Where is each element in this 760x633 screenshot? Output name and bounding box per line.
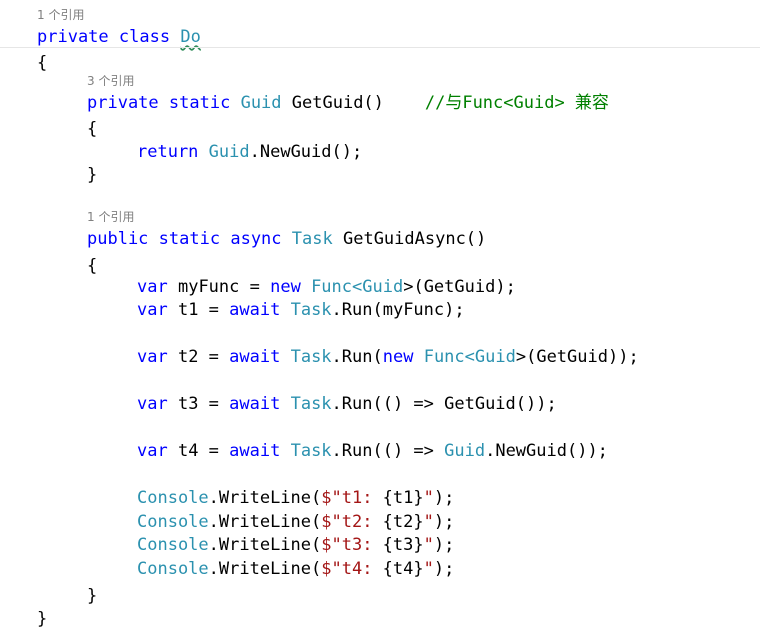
interpolation: {t4} [382,559,424,579]
text: t3 = [177,394,230,414]
text: t1 = [177,300,230,320]
getguidasync-declaration-line: public static async Task GetGuidAsync() [87,228,486,250]
keyword-await: await [229,300,281,320]
string-literal: $"t3: [321,535,383,555]
code-comment: //与Func<Guid> 兼容 [424,93,609,113]
keyword-return: return [137,142,199,162]
keyword-static: static [168,93,231,113]
code-line-t2: var t2 = await Task.Run(new Func<Guid>(G… [137,346,639,368]
class-name[interactable]: Do [180,27,200,47]
codelens-getguidasync-references[interactable]: 1 个引用 [87,210,134,224]
keyword-var: var [137,277,168,297]
text: >(GetGuid); [403,277,516,297]
getguidasync-brace-open: { [87,256,98,276]
text: myFunc = [177,277,271,297]
text: ); [433,559,455,579]
text: t2 = [177,347,230,367]
code-line-console-2: Console.WriteLine($"t2: {t2}"); [137,511,454,533]
text: .Run(() => [331,441,445,461]
keyword-public: public [87,229,149,249]
method-writeline: .WriteLine( [208,488,322,508]
text: >(GetGuid)); [515,347,639,367]
text: ); [433,512,455,532]
interpolation: {t3} [382,535,424,555]
keyword-var: var [137,300,168,320]
getguid-brace-close: } [87,165,98,185]
code-line-myfunc: var myFunc = new Func<Guid>(GetGuid); [137,276,516,298]
string-literal: $"t4: [321,559,383,579]
getguid-brace-open: { [87,119,98,139]
method-writeline: .WriteLine( [208,559,322,579]
type-console: Console [137,512,209,532]
keyword-var: var [137,394,168,414]
class-brace-close: } [37,609,48,629]
keyword-new: new [382,347,414,367]
class-declaration-line: private class Do [37,26,201,48]
getguid-declaration-line: private static Guid GetGuid() //与Func<Gu… [87,92,609,114]
type-console: Console [137,559,209,579]
keyword-static: static [158,229,221,249]
text: .Run(myFunc); [331,300,465,320]
keyword-await: await [229,441,281,461]
type-guid: Guid [362,277,404,297]
text: ); [433,488,455,508]
code-line-console-4: Console.WriteLine($"t4: {t4}"); [137,558,454,580]
code-line-t4: var t4 = await Task.Run(() => Guid.NewGu… [137,440,608,462]
type-task: Task [290,300,332,320]
method-getguidasync: GetGuidAsync() [342,229,487,249]
keyword-private: private [37,27,109,47]
codelens-class-references[interactable]: 1 个引用 [37,8,84,22]
class-brace-open: { [37,53,48,73]
type-task: Task [290,347,332,367]
type-guid: Guid [240,93,282,113]
code-line-t1: var t1 = await Task.Run(myFunc); [137,299,465,321]
code-editor[interactable]: 1 个引用 private class Do { 3 个引用 private s… [0,0,760,633]
newguid-call: .NewGuid(); [249,142,363,162]
string-quote: " [423,512,434,532]
type-console: Console [137,488,209,508]
codelens-getguid-references[interactable]: 3 个引用 [87,74,134,88]
keyword-await: await [229,347,281,367]
code-line-console-1: Console.WriteLine($"t1: {t1}"); [137,487,454,509]
type-console: Console [137,535,209,555]
type-task: Task [290,394,332,414]
text: ); [433,535,455,555]
line-separator [0,47,760,48]
string-quote: " [423,559,434,579]
keyword-await: await [229,394,281,414]
keyword-var: var [137,441,168,461]
interpolation: {t1} [382,488,424,508]
text: .Run(() => GetGuid()); [331,394,557,414]
type-task: Task [290,441,332,461]
type-guid: Guid [444,441,486,461]
type-task: Task [291,229,333,249]
keyword-class: class [118,27,171,47]
code-line-console-3: Console.WriteLine($"t3: {t3}"); [137,534,454,556]
getguid-return-line: return Guid.NewGuid(); [137,141,362,163]
type-func: Func [311,277,353,297]
string-literal: $"t2: [321,512,383,532]
type-guid: Guid [474,347,516,367]
interpolation: {t2} [382,512,424,532]
type-guid: Guid [208,142,250,162]
keyword-private: private [87,93,159,113]
keyword-new: new [270,277,301,297]
text: t4 = [177,441,230,461]
method-getguid: GetGuid() [291,93,384,113]
code-line-t3: var t3 = await Task.Run(() => GetGuid())… [137,393,557,415]
text: .Run( [331,347,383,367]
method-writeline: .WriteLine( [208,535,322,555]
generic-lt: < [352,277,363,297]
string-literal: $"t1: [321,488,383,508]
type-func: Func [423,347,465,367]
text: .NewGuid()); [485,441,608,461]
string-quote: " [423,535,434,555]
method-writeline: .WriteLine( [208,512,322,532]
generic-lt: < [464,347,475,367]
keyword-async: async [230,229,282,249]
keyword-var: var [137,347,168,367]
getguidasync-brace-close: } [87,586,98,606]
string-quote: " [423,488,434,508]
